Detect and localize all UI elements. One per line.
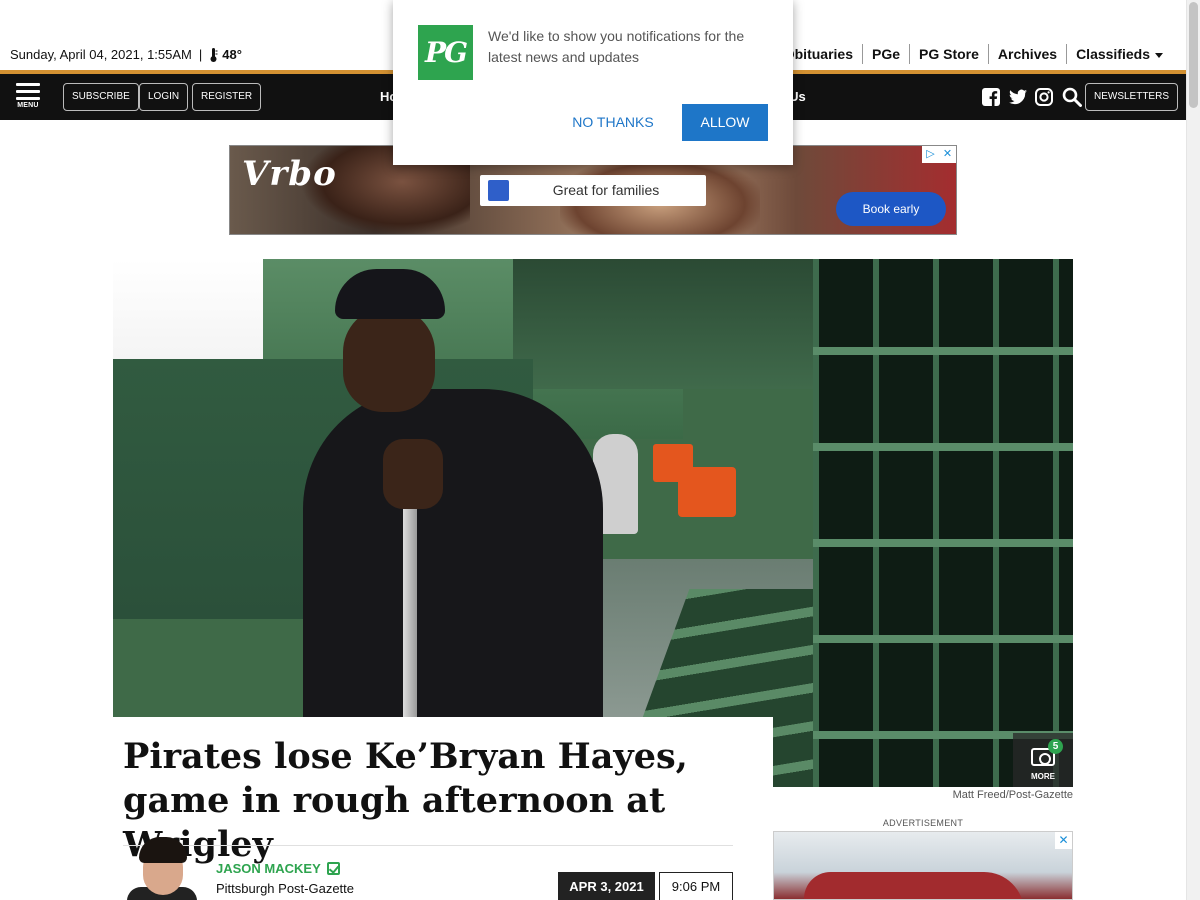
- hero-photo[interactable]: [113, 259, 1073, 787]
- instagram-icon[interactable]: [1034, 87, 1054, 107]
- allow-button[interactable]: ALLOW: [682, 104, 768, 141]
- hamburger-line: [16, 90, 40, 93]
- newsletters-button[interactable]: NEWSLETTERS: [1084, 83, 1178, 111]
- scrollbar-thumb[interactable]: [1189, 2, 1198, 108]
- verified-check-icon: [326, 862, 340, 875]
- photo-credit: Matt Freed/Post-Gazette: [952, 789, 1073, 801]
- adchoices-icon[interactable]: ▷: [922, 146, 939, 163]
- gallery-more-label: MORE: [1031, 772, 1055, 781]
- photo-cooler: [678, 467, 736, 517]
- player-hands: [383, 439, 443, 509]
- author-name: JASON MACKEY: [216, 861, 321, 876]
- current-date: Sunday, April 04, 2021, 1:55AM: [10, 47, 192, 62]
- author-avatar[interactable]: [127, 837, 197, 900]
- pg-logo: PG: [418, 25, 473, 80]
- checkbox-icon: [488, 180, 509, 201]
- close-ad-icon[interactable]: ✕: [939, 146, 956, 163]
- facebook-icon[interactable]: [981, 87, 1001, 107]
- author-organization: Pittsburgh Post-Gazette: [216, 881, 355, 896]
- publish-time: 9:06 PM: [659, 872, 733, 900]
- separator: |: [198, 47, 203, 62]
- publish-date: APR 3, 2021: [558, 872, 655, 900]
- gallery-more-button[interactable]: 5 MORE: [1013, 733, 1073, 787]
- top-links: Obituaries PGe PG Store Archives Classif…: [775, 44, 1172, 64]
- classifieds-link[interactable]: Classifieds: [1066, 44, 1172, 64]
- advertisement-label: ADVERTISEMENT: [882, 818, 964, 828]
- hamburger-line: [16, 97, 40, 100]
- scrollbar[interactable]: [1186, 0, 1200, 900]
- close-ad-icon[interactable]: ✕: [1055, 832, 1072, 849]
- thermometer-icon: [210, 47, 218, 62]
- search-icon[interactable]: [1062, 87, 1082, 107]
- book-early-button[interactable]: Book early: [836, 192, 946, 226]
- player-cap: [335, 269, 445, 319]
- ad-pill-text: Great for families: [552, 182, 660, 198]
- hamburger-icon: [16, 83, 40, 86]
- author-name-link[interactable]: JASON MACKEY: [216, 861, 340, 876]
- ad-pill: Great for families: [480, 175, 706, 206]
- popup-message: We'd like to show you notifications for …: [488, 28, 745, 65]
- article-header: Pirates lose Ke’Bryan Hayes, game in rou…: [113, 717, 773, 900]
- notification-popup: PG We'd like to show you notifications f…: [393, 0, 793, 165]
- photo-player: [203, 269, 603, 787]
- no-thanks-button[interactable]: NO THANKS: [563, 104, 663, 141]
- ad-car-image: [804, 872, 1024, 899]
- pge-link[interactable]: PGe: [861, 44, 909, 64]
- pg-store-link[interactable]: PG Store: [909, 44, 988, 64]
- sidebar-ad[interactable]: ✕: [773, 831, 1073, 900]
- archives-link[interactable]: Archives: [987, 44, 1066, 64]
- caret-down-icon: [1155, 52, 1163, 58]
- subscribe-button[interactable]: SUBSCRIBE: [63, 83, 139, 111]
- classifieds-label: Classifieds: [1076, 46, 1150, 62]
- gallery-count-badge: 5: [1048, 739, 1063, 754]
- adchoices[interactable]: ▷ ✕: [922, 146, 956, 163]
- twitter-icon[interactable]: [1008, 87, 1028, 107]
- divider: [123, 845, 733, 846]
- register-button[interactable]: REGISTER: [192, 83, 262, 111]
- avatar-hair: [139, 837, 187, 863]
- ad-brand-logo: Vrbo: [242, 154, 337, 194]
- menu-button[interactable]: MENU: [16, 83, 40, 109]
- date-weather: Sunday, April 04, 2021, 1:55AM | 48°: [10, 47, 242, 62]
- photo-cubby-shelves: [813, 259, 1073, 787]
- menu-label: MENU: [17, 102, 39, 109]
- temperature: 48°: [222, 47, 242, 62]
- player-face: [343, 307, 435, 412]
- article-headline: Pirates lose Ke’Bryan Hayes, game in rou…: [123, 736, 688, 865]
- login-button[interactable]: LOGIN: [139, 83, 189, 111]
